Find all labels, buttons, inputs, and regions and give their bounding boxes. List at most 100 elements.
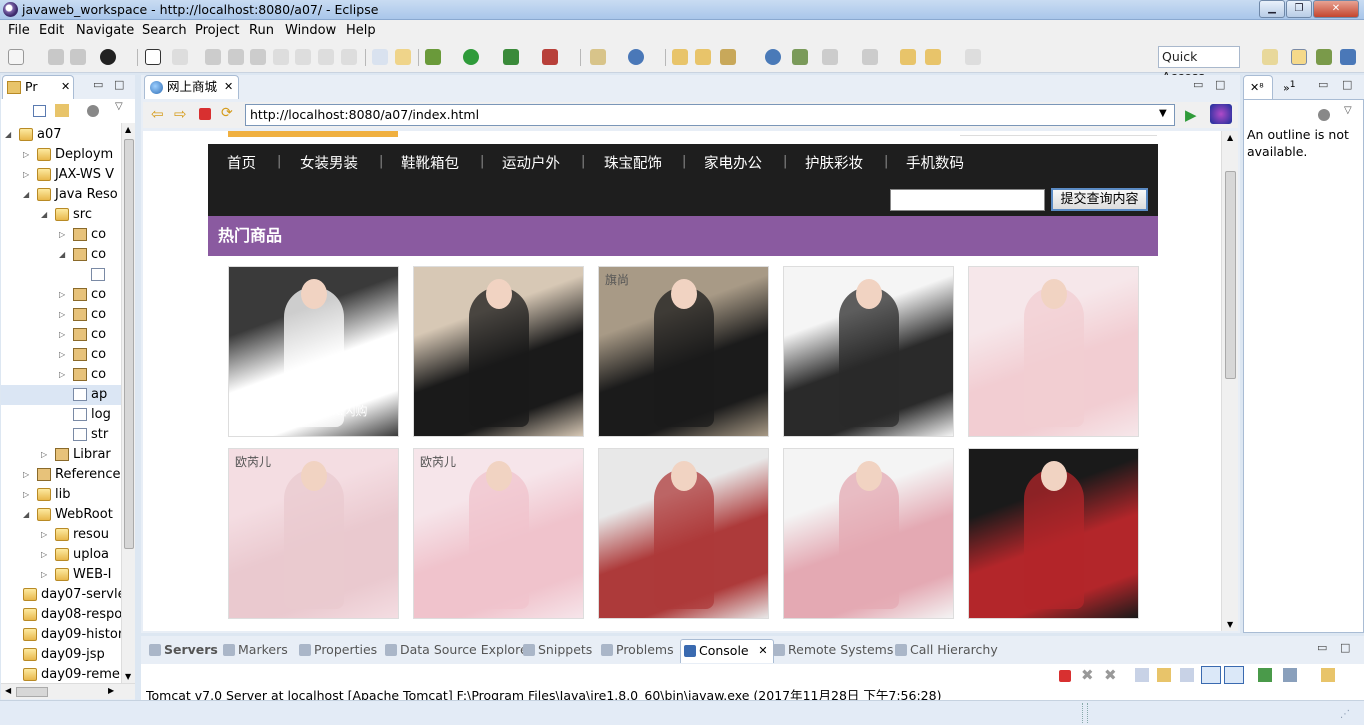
globe-icon[interactable] [765, 49, 781, 65]
drop-frame-icon[interactable] [341, 49, 357, 65]
project-tree[interactable]: ◢ a07 ▷ Deploym ▷ JAX-WS V ◢ Java Reso ◢ src ▷ co ◢ c… [1, 123, 121, 683]
tree-item[interactable]: ▷ Deploym [1, 145, 121, 165]
save-icon[interactable] [48, 49, 64, 65]
remove-all-icon[interactable]: ✖ [1104, 666, 1117, 684]
resize-grip-icon[interactable]: ⋰ [1340, 709, 1350, 720]
product-image-pink-wool-coat[interactable]: 欧芮儿 [413, 448, 584, 619]
window-titlebar[interactable]: javaweb_workspace - http://localhost:808… [0, 0, 1364, 20]
tab-remote-systems[interactable]: Remote Systems [770, 639, 893, 663]
external-tools-icon[interactable] [542, 49, 558, 65]
tree-item[interactable]: str [1, 425, 121, 445]
new-server-icon[interactable] [590, 49, 606, 65]
menu-help[interactable]: Help [346, 23, 376, 38]
product-image-pink-sweater-skirt[interactable] [783, 448, 954, 619]
tree-item[interactable]: ▷ uploa [1, 545, 121, 565]
tree-item[interactable]: ▷ lib [1, 485, 121, 505]
display-console-icon[interactable] [1283, 668, 1297, 682]
tree-item[interactable]: ▷ co [1, 285, 121, 305]
tree-item[interactable]: ▷ co [1, 345, 121, 365]
minimize-button[interactable]: ▁ [1259, 0, 1285, 18]
product-image-red-plaid-coat[interactable] [968, 448, 1139, 619]
scrollbar-thumb[interactable] [1225, 171, 1236, 379]
show-on-output-icon[interactable] [1201, 666, 1221, 684]
collapse-arrow-icon[interactable]: ◢ [59, 245, 65, 265]
product-image-man-leather-jacket[interactable] [783, 266, 954, 437]
view-menu-icon[interactable]: ▽ [1344, 105, 1352, 116]
tab-overflow[interactable]: »1 [1283, 79, 1296, 95]
tree-item[interactable]: ▷ co [1, 365, 121, 385]
pin-icon[interactable] [792, 49, 808, 65]
step-over-icon[interactable] [295, 49, 311, 65]
menu-search[interactable]: Search [142, 23, 187, 38]
collapse-arrow-icon[interactable]: ◢ [41, 205, 47, 225]
scroll-right-icon[interactable]: ▶ [108, 686, 114, 695]
menu-run[interactable]: Run [249, 23, 274, 38]
product-image-reindeer-sweater[interactable] [598, 448, 769, 619]
search-submit-button[interactable]: 提交查询内容 [1051, 188, 1148, 211]
refresh-icon[interactable]: ⟳ [221, 105, 233, 121]
horizontal-scrollbar[interactable]: ◀ ▶ [1, 683, 135, 699]
debug-perspective-icon[interactable] [1316, 49, 1332, 65]
menu-edit[interactable]: Edit [39, 23, 64, 38]
clear-console-icon[interactable] [1135, 668, 1149, 682]
tree-item[interactable]: log [1, 405, 121, 425]
expand-arrow-icon[interactable]: ▷ [41, 525, 47, 545]
collapse-arrow-icon[interactable]: ◢ [23, 505, 29, 525]
tab-browser[interactable]: 网上商城 ✕ [144, 75, 239, 99]
tab-outline[interactable]: ✕⁸ [1243, 75, 1273, 99]
maximize-icon[interactable]: □ [114, 78, 124, 91]
java-perspective-icon[interactable] [1340, 49, 1356, 65]
minimize-icon[interactable]: ▭ [1317, 641, 1327, 654]
menu-project[interactable]: Project [195, 23, 239, 38]
run-icon[interactable] [463, 49, 479, 65]
tab-markers[interactable]: Markers [220, 639, 288, 663]
close-button[interactable]: ✕ [1313, 0, 1359, 18]
quick-access-field[interactable]: Quick Access [1158, 46, 1240, 84]
open-type-icon[interactable] [672, 49, 688, 65]
tree-item[interactable] [1, 265, 121, 285]
nav-jewelry[interactable]: 珠宝配饰 [604, 152, 662, 173]
expand-arrow-icon[interactable]: ▷ [59, 225, 65, 245]
collapse-all-icon[interactable] [33, 105, 46, 117]
browser-logo-icon[interactable] [1210, 104, 1232, 124]
mark-occurrences-icon[interactable] [395, 49, 411, 65]
terminate-icon[interactable] [250, 49, 266, 65]
remove-launch-icon[interactable]: ✖ [1081, 666, 1094, 684]
minimize-icon[interactable]: ▭ [93, 78, 103, 91]
scroll-left-icon[interactable]: ◀ [5, 686, 11, 695]
scroll-up-icon[interactable]: ▲ [125, 125, 131, 134]
back-arrow-icon[interactable]: ⇦ [151, 105, 164, 123]
user-icon[interactable] [100, 49, 116, 65]
tab-console[interactable]: Console ✕ [680, 639, 774, 663]
expand-arrow-icon[interactable]: ▷ [23, 465, 29, 485]
tree-item[interactable]: day09-remer [1, 665, 121, 683]
search-input[interactable] [890, 189, 1045, 211]
expand-arrow-icon[interactable]: ▷ [59, 345, 65, 365]
scroll-up-icon[interactable]: ▲ [1227, 133, 1233, 142]
product-image-gradient-fur-vest[interactable]: 旗尚 [598, 266, 769, 437]
link-editor-icon[interactable] [55, 104, 69, 117]
pin-console-icon[interactable] [1258, 668, 1272, 682]
tree-item[interactable]: ▷ co [1, 225, 121, 245]
run-server-icon[interactable] [503, 49, 519, 65]
last-edit-icon[interactable] [900, 49, 916, 65]
tree-item[interactable]: ◢ src [1, 205, 121, 225]
tree-item[interactable]: ▷ resou [1, 525, 121, 545]
tab-data-source-explorer[interactable]: Data Source Explorer [382, 639, 533, 663]
focus-icon[interactable] [87, 105, 99, 117]
go-icon[interactable]: ▶ [1185, 106, 1197, 124]
tree-item[interactable]: ◢ a07 [1, 125, 121, 145]
minimize-icon[interactable]: ▭ [1318, 78, 1328, 91]
scrollbar-thumb[interactable] [16, 687, 48, 697]
menu-file[interactable]: File [8, 23, 30, 38]
url-dropdown-icon[interactable]: ▼ [1159, 108, 1167, 119]
tree-item[interactable]: ▷ co [1, 325, 121, 345]
step-return-icon[interactable] [318, 49, 334, 65]
open-task-icon[interactable] [695, 49, 711, 65]
tree-item[interactable]: ◢ co [1, 245, 121, 265]
new-icon[interactable] [8, 49, 24, 65]
tree-item[interactable]: ▷ Librar [1, 445, 121, 465]
open-console-icon[interactable] [1321, 668, 1335, 682]
nav-cosmetics[interactable]: 护肤彩妆 [805, 152, 863, 173]
next-annotation-icon[interactable] [822, 49, 838, 65]
